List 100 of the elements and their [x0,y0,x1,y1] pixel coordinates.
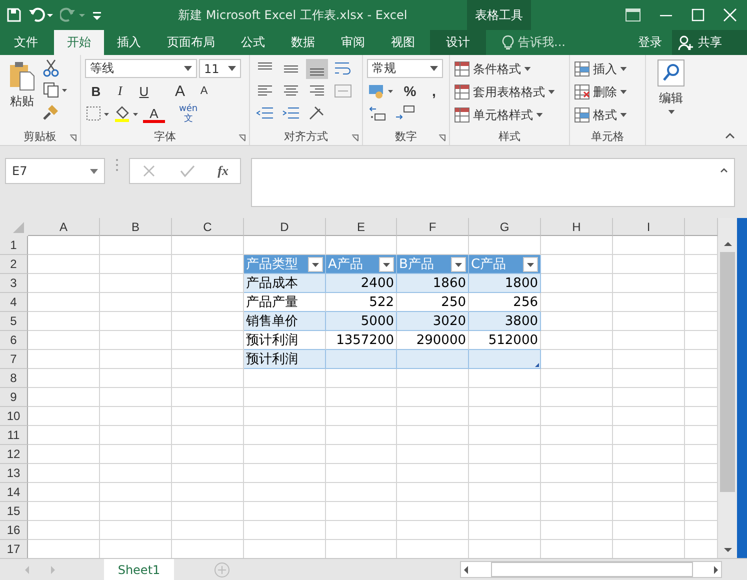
table-cell: 1800 [469,274,541,293]
name-box[interactable]: E7 [5,158,105,184]
italic-button[interactable]: I [109,81,131,101]
column-header[interactable]: E [326,218,397,236]
ribbon-tab[interactable]: 数据 [278,30,328,55]
row-header[interactable]: 12 [0,445,28,464]
number-format-dropdown[interactable]: 常规 [367,59,443,78]
scissors-icon[interactable] [42,59,60,77]
shrink-font-button[interactable]: A [193,81,215,101]
column-header[interactable]: G [469,218,541,236]
row-header[interactable]: 11 [0,426,28,445]
dialog-launcher-icon[interactable] [238,134,246,142]
column-header[interactable]: H [541,218,613,236]
percent-button[interactable]: % [399,81,421,101]
tell-me-field[interactable]: 告诉我... [502,30,602,55]
table-cell: 1357200 [326,331,397,350]
column-header[interactable]: C [172,218,244,236]
sign-in-link[interactable]: 登录 [628,30,672,55]
align-lines-icon[interactable] [306,59,328,79]
underline-button[interactable]: U [133,81,155,101]
ribbon-tab[interactable]: 文件 [0,30,54,55]
font-color-button[interactable]: A [143,106,165,122]
ribbon-tab[interactable]: 开始 [54,30,104,55]
fill-color-icon[interactable] [113,105,141,123]
check-icon[interactable] [178,164,195,178]
table-cell: 5000 [326,312,397,331]
save-icon[interactable] [6,7,22,23]
font-size-dropdown[interactable]: 11 [199,59,241,78]
format-painter-icon[interactable] [42,103,60,121]
phonetic-button[interactable]: wén 文 [179,104,198,124]
column-header[interactable]: D [244,218,326,236]
column-header[interactable]: I [613,218,685,236]
row-header[interactable]: 4 [0,293,28,312]
row-header[interactable]: 5 [0,312,28,331]
filter-dropdown-icon[interactable] [379,256,394,272]
ribbon-tab[interactable]: 视图 [378,30,428,55]
column-header[interactable]: A [28,218,100,236]
group-label: 字体 [154,129,176,144]
row-header[interactable]: 1 [0,236,28,255]
row-header[interactable]: 16 [0,521,28,540]
dropdown-arrow-icon [668,110,674,114]
styles-menu-button[interactable]: 套用表格格式 [454,82,565,102]
row-header[interactable]: 6 [0,331,28,350]
column-header[interactable]: B [100,218,172,236]
group-label: 数字 [395,129,417,144]
collapse-ribbon-icon[interactable] [725,133,735,139]
styles-menu-button[interactable]: 单元格样式 [454,105,565,125]
ribbon-tab[interactable]: 审阅 [328,30,378,55]
row-header[interactable]: 14 [0,483,28,502]
editing-button[interactable]: 编辑 [657,59,685,145]
dialog-launcher-icon[interactable] [438,134,446,142]
row-header[interactable]: 13 [0,464,28,483]
column-header[interactable]: F [397,218,469,236]
borders-icon[interactable] [85,105,111,123]
row-header[interactable]: 15 [0,502,28,521]
ribbon-display-icon[interactable] [625,8,641,22]
collapse-icon[interactable] [720,167,728,173]
cells-menu-button[interactable]: 删除 [574,82,641,102]
ribbon-tab[interactable]: 页面布局 [154,30,228,55]
insert-function-button[interactable]: fx [218,163,228,179]
row-header[interactable]: 7 [0,350,28,369]
share-button[interactable]: 共享 [672,30,747,55]
row-header[interactable]: 8 [0,369,28,388]
maximize-icon[interactable] [691,8,705,22]
grow-font-button[interactable]: A [169,81,191,101]
dialog-launcher-icon[interactable] [351,134,359,142]
comma-button[interactable]: , [423,81,445,101]
font-name-dropdown[interactable]: 等线 [85,59,197,78]
undo-icon[interactable] [28,7,54,23]
filter-dropdown-icon[interactable] [523,256,538,272]
tell-me-text: 告诉我... [518,34,566,51]
sheet-tab[interactable]: Sheet1 [104,559,174,580]
decrease-decimal-icon[interactable] [393,104,417,122]
cells-menu-button[interactable]: 插入 [574,59,641,79]
bold-button[interactable]: B [85,81,107,101]
copy-icon[interactable] [42,81,68,99]
row-header[interactable]: 10 [0,407,28,426]
ribbon-tab[interactable]: 公式 [228,30,278,55]
row-header[interactable]: 17 [0,540,28,558]
table-cell: 1860 [397,274,469,293]
horizontal-scrollbar[interactable] [460,561,722,578]
filter-dropdown-icon[interactable] [308,256,323,272]
filter-dropdown-icon[interactable] [451,256,466,272]
styles-menu-button[interactable]: 条件格式 [454,59,565,79]
close-icon[interactable] [723,8,737,22]
cells-menu-button[interactable]: 格式 [574,105,641,125]
ribbon-tab[interactable]: 插入 [104,30,154,55]
grip-icon [115,158,119,172]
row-header[interactable]: 3 [0,274,28,293]
scroll-right-icon[interactable] [711,564,721,574]
paste-button[interactable]: 粘贴 [4,59,40,128]
dropdown-arrow-icon [524,67,531,71]
row-header[interactable]: 9 [0,388,28,407]
resize-handle-icon[interactable] [535,363,539,367]
dropdown-arrow-icon [548,90,555,94]
dialog-launcher-icon[interactable] [69,134,77,142]
row-header[interactable]: 2 [0,255,28,274]
ribbon-tab[interactable]: 设计 [430,30,486,55]
formula-field[interactable] [251,158,735,207]
dropdown-arrow-icon [184,66,192,71]
